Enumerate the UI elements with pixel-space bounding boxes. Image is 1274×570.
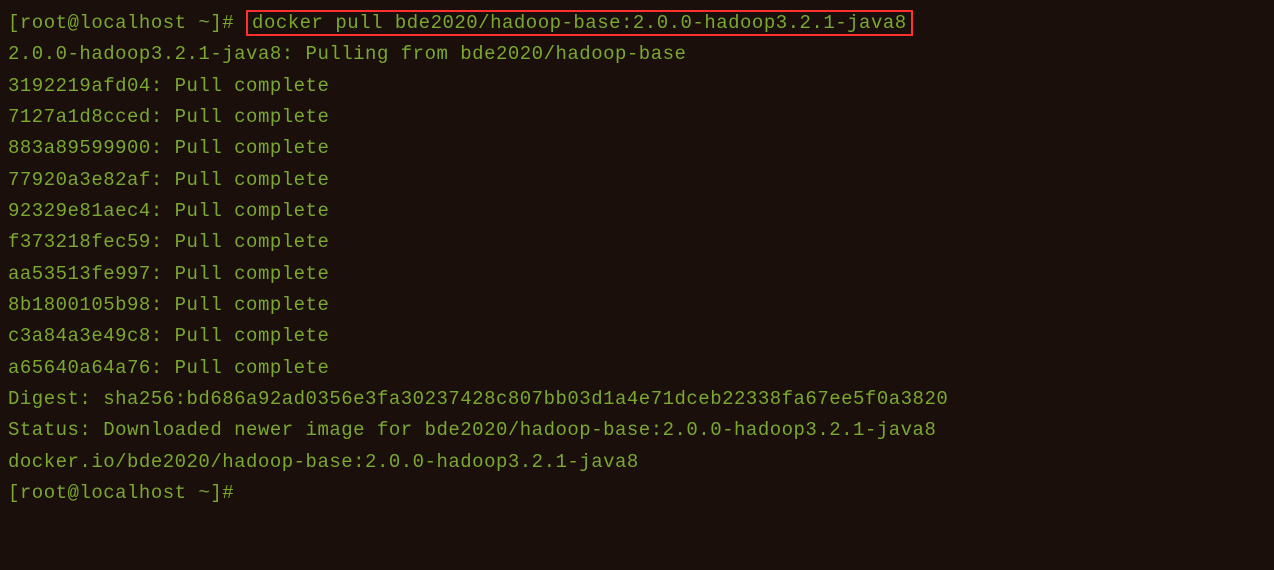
output-layer: 883a89599900: Pull complete	[8, 133, 1266, 164]
highlighted-command: docker pull bde2020/hadoop-base:2.0.0-ha…	[246, 10, 913, 36]
output-layer: 3192219afd04: Pull complete	[8, 71, 1266, 102]
command-line-2[interactable]: [root@localhost ~]#	[8, 478, 1266, 509]
output-layer: 8b1800105b98: Pull complete	[8, 290, 1266, 321]
output-digest: Digest: sha256:bd686a92ad0356e3fa3023742…	[8, 384, 1266, 415]
output-layer: aa53513fe997: Pull complete	[8, 259, 1266, 290]
terminal-window[interactable]: [root@localhost ~]# docker pull bde2020/…	[8, 8, 1266, 510]
output-layer: f373218fec59: Pull complete	[8, 227, 1266, 258]
output-status: Status: Downloaded newer image for bde20…	[8, 415, 1266, 446]
prompt-user-host: [root@localhost ~]#	[8, 482, 234, 504]
output-ref: docker.io/bde2020/hadoop-base:2.0.0-hado…	[8, 447, 1266, 478]
prompt-user-host: [root@localhost ~]#	[8, 12, 234, 34]
output-layer: a65640a64a76: Pull complete	[8, 353, 1266, 384]
output-layer: 7127a1d8cced: Pull complete	[8, 102, 1266, 133]
command-line-1: [root@localhost ~]# docker pull bde2020/…	[8, 8, 1266, 39]
output-layer: c3a84a3e49c8: Pull complete	[8, 321, 1266, 352]
output-layer: 92329e81aec4: Pull complete	[8, 196, 1266, 227]
output-pulling: 2.0.0-hadoop3.2.1-java8: Pulling from bd…	[8, 39, 1266, 70]
output-layer: 77920a3e82af: Pull complete	[8, 165, 1266, 196]
